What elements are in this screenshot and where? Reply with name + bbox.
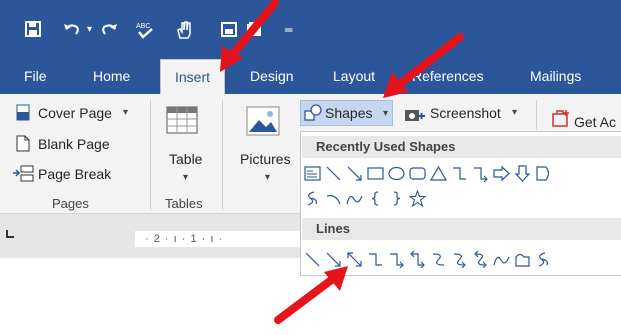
shapes-icon: [304, 104, 322, 127]
table-button[interactable]: Table: [169, 150, 202, 168]
table-dropdown-icon[interactable]: ▾: [183, 173, 188, 183]
group-divider: [150, 100, 151, 210]
tables-group-label: Tables: [165, 196, 203, 211]
scribble-shape-icon[interactable]: [304, 190, 321, 207]
line-shape-icon[interactable]: [325, 165, 342, 182]
recently-used-shapes-header: Recently Used Shapes: [302, 136, 621, 158]
curve-shape-icon[interactable]: [346, 190, 363, 207]
oval-shape-icon[interactable]: [388, 165, 405, 182]
elbow-arrow-connector-shape-icon[interactable]: [472, 165, 489, 182]
blank-page-icon: [16, 135, 30, 157]
shapes-gallery: Recently Used Shapes Lines: [300, 131, 621, 276]
rectangle-shape-icon[interactable]: [367, 165, 384, 182]
screenshot-dropdown-icon[interactable]: ▾: [512, 108, 517, 118]
pages-group-label: Pages: [52, 196, 89, 211]
spelling-check-icon[interactable]: ABC: [135, 20, 155, 44]
ribbon-tabs: File Home Insert Design Layout Reference…: [0, 59, 621, 94]
freeform-shape-icon[interactable]: [514, 251, 531, 268]
tab-layout[interactable]: Layout: [333, 66, 375, 86]
elbow-connector-shape-icon[interactable]: [451, 165, 468, 182]
cover-page-button[interactable]: Cover Page: [38, 104, 112, 122]
curve-shape-icon[interactable]: [493, 251, 510, 268]
left-brace-shape-icon[interactable]: [367, 190, 384, 207]
title-bar: ▾ ABC ═: [0, 0, 621, 59]
lines-shapes-row: [304, 248, 556, 270]
star-shape-icon[interactable]: [409, 189, 426, 207]
cover-page-dropdown-icon[interactable]: ▾: [123, 108, 128, 118]
screenshot-icon: [404, 106, 426, 129]
pictures-dropdown-icon[interactable]: ▾: [265, 173, 270, 183]
tab-home[interactable]: Home: [93, 66, 130, 86]
elbow-connector-shape-icon[interactable]: [367, 251, 384, 268]
rounded-rectangle-shape-icon[interactable]: [409, 165, 426, 182]
curved-connector-shape-icon[interactable]: [430, 251, 447, 268]
shapes-label: Shapes: [325, 105, 373, 121]
arc-shape-icon[interactable]: [325, 190, 342, 207]
flowchart-shape-icon[interactable]: [535, 165, 552, 182]
get-addins-button[interactable]: Get Ac: [574, 113, 616, 131]
recent-shapes-row-1: [304, 162, 556, 184]
curved-double-arrow-connector-shape-icon[interactable]: [472, 250, 489, 268]
customize-qat-icon[interactable]: ═: [285, 20, 292, 40]
page-break-icon: [12, 165, 34, 187]
undo-icon[interactable]: [62, 20, 82, 42]
recent-shapes-row-2: [304, 187, 430, 209]
store-icon: [552, 109, 570, 132]
triangle-shape-icon[interactable]: [430, 165, 447, 182]
elbow-double-arrow-connector-shape-icon[interactable]: [409, 250, 426, 268]
group-divider: [536, 100, 537, 130]
redo-icon[interactable]: [99, 20, 119, 42]
shapes-dropdown-icon: ▾: [383, 108, 389, 119]
table-icon[interactable]: [166, 106, 198, 139]
page-break-button[interactable]: Page Break: [38, 165, 111, 183]
save-icon[interactable]: [24, 20, 42, 42]
cover-page-icon: [16, 104, 30, 126]
undo-dropdown-icon[interactable]: ▾: [87, 20, 92, 40]
tab-references[interactable]: References: [412, 66, 484, 86]
line-shape-icon[interactable]: [304, 251, 321, 268]
right-arrow-shape-icon[interactable]: [493, 165, 510, 182]
ruler-ticks: · 2 · ı · 1 · ı ·: [145, 233, 224, 245]
shapes-button[interactable]: Shapes ▾: [300, 100, 393, 126]
tab-insert[interactable]: Insert: [160, 59, 226, 94]
elbow-arrow-connector-shape-icon[interactable]: [388, 251, 405, 268]
tab-selector-icon[interactable]: [5, 229, 17, 241]
print-preview-icon[interactable]: [220, 20, 238, 42]
new-document-icon[interactable]: [245, 20, 263, 42]
tab-design[interactable]: Design: [250, 66, 294, 86]
double-arrow-line-shape-icon[interactable]: [346, 251, 363, 268]
scribble-shape-icon[interactable]: [535, 251, 552, 268]
group-divider: [222, 100, 223, 210]
touch-mode-icon[interactable]: [175, 20, 193, 44]
curved-arrow-connector-shape-icon[interactable]: [451, 251, 468, 268]
svg-text:ABC: ABC: [136, 23, 150, 30]
right-brace-shape-icon[interactable]: [388, 190, 405, 207]
down-arrow-shape-icon[interactable]: [514, 164, 531, 182]
tab-file[interactable]: File: [24, 66, 47, 86]
pictures-button[interactable]: Pictures: [240, 150, 291, 168]
text-box-shape-icon[interactable]: [304, 165, 321, 182]
arrow-line-shape-icon[interactable]: [346, 165, 363, 182]
pictures-icon[interactable]: [246, 106, 280, 141]
arrow-line-shape-icon[interactable]: [325, 251, 342, 268]
lines-header: Lines: [302, 218, 621, 240]
blank-page-button[interactable]: Blank Page: [38, 135, 110, 153]
tab-mailings[interactable]: Mailings: [530, 66, 581, 86]
screenshot-button[interactable]: Screenshot: [430, 104, 501, 122]
